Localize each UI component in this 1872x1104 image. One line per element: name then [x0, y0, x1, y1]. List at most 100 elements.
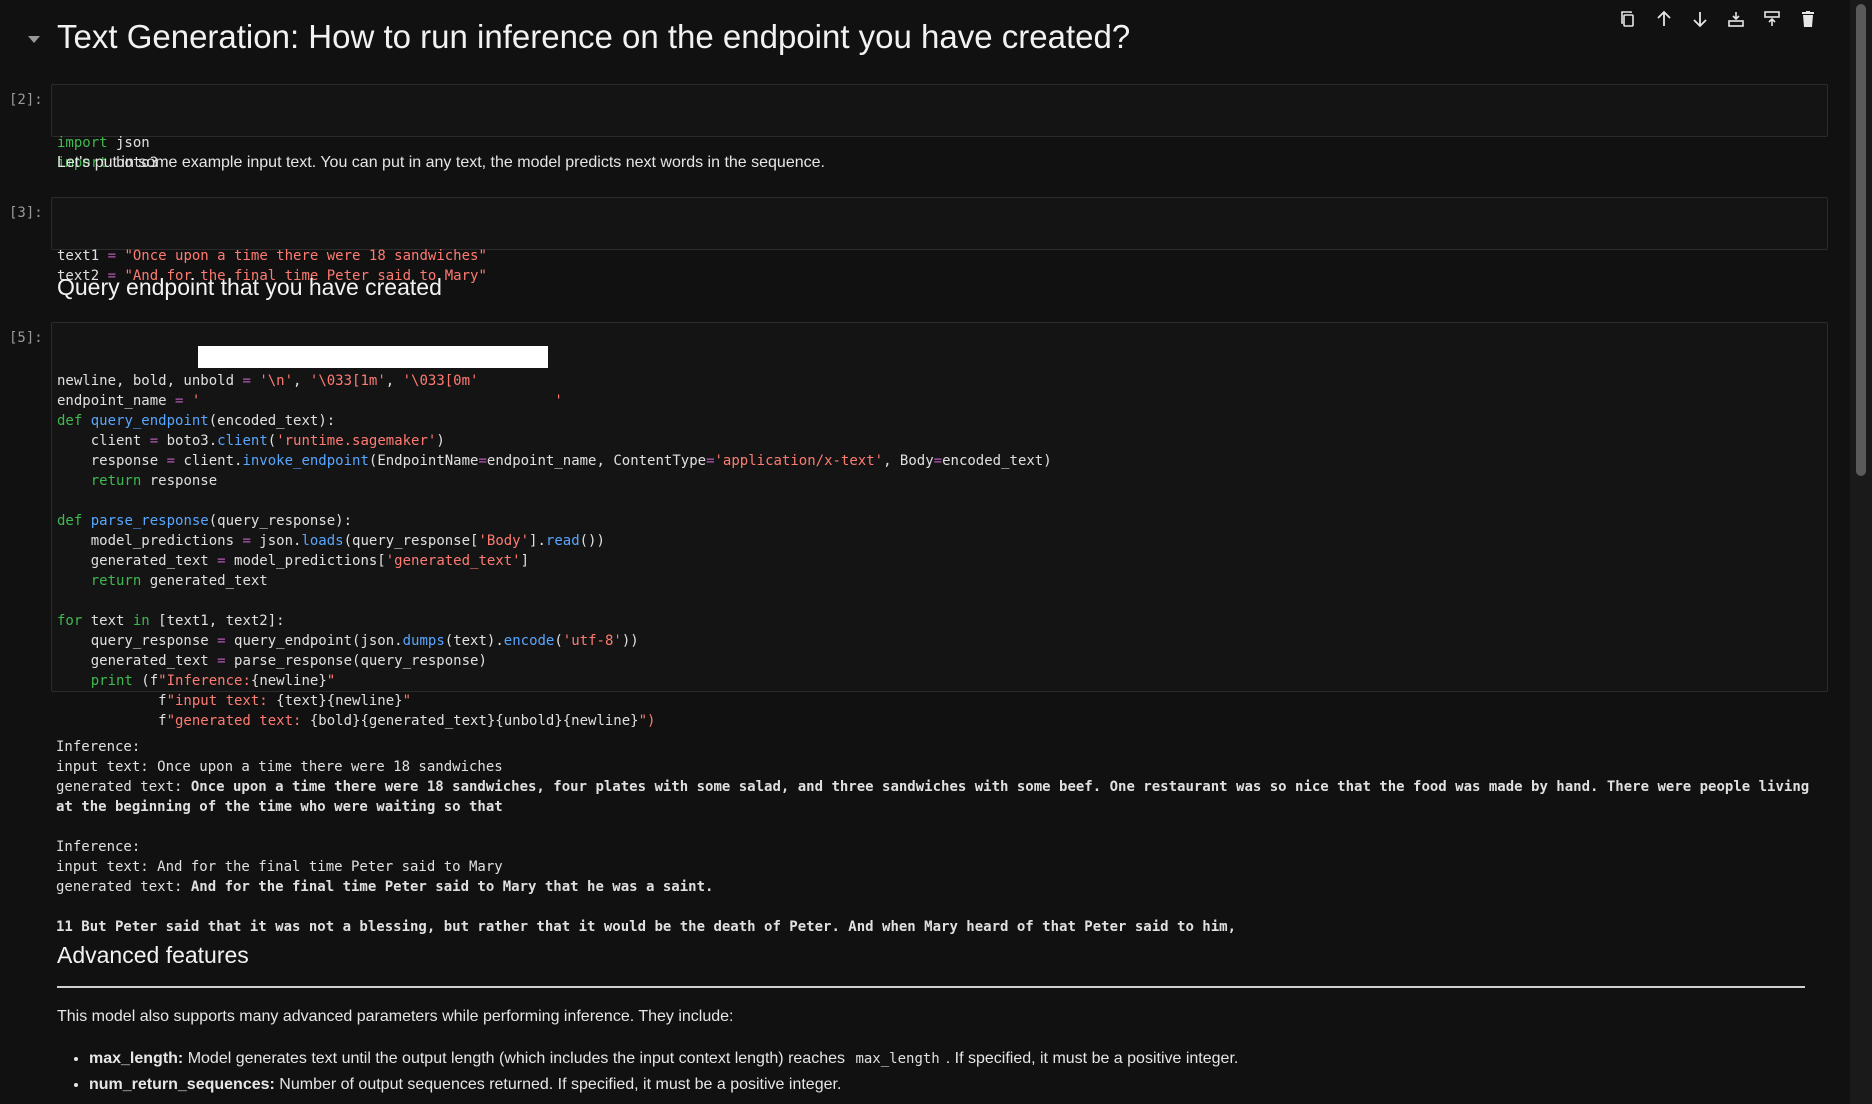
param-text: Model generates text until the output le… — [183, 1050, 850, 1067]
code-token: [text1, text2]: — [149, 613, 285, 629]
code-token: 'runtime.sagemaker' — [276, 433, 437, 449]
code-line: model_predictions = json.loads(query_res… — [57, 531, 1822, 551]
arrow-up-icon[interactable] — [1654, 8, 1674, 30]
trash-icon[interactable] — [1798, 8, 1818, 30]
code-token: boto3. — [158, 433, 218, 449]
cell-prompt: [2]: — [9, 92, 43, 108]
code-line: endpoint_name = ' ' — [57, 391, 1822, 411]
code-token: endpoint_name — [57, 393, 176, 409]
code-cell-inputs[interactable]: text1 = "Once upon a time there were 18 … — [51, 197, 1828, 284]
code-token: And for the final time Peter said to Mar… — [190, 879, 714, 895]
code-line: generated_text = parse_response(query_re… — [57, 651, 1822, 671]
code-token: parse_response — [90, 513, 209, 529]
code-token: = — [242, 373, 251, 389]
code-token: = — [166, 453, 176, 469]
code-token: (text). — [444, 633, 504, 649]
code-token: = — [933, 453, 943, 469]
parameter-list: max_length: Model generates text until t… — [57, 1046, 1238, 1098]
param-text: . If specified, it must be a positive in… — [945, 1050, 1239, 1067]
code-token: Inference: — [56, 739, 141, 755]
code-line: text1 = "Once upon a time there were 18 … — [57, 246, 1822, 266]
copy-icon[interactable] — [1618, 8, 1638, 30]
code-token: '\033[1m' — [309, 373, 386, 389]
code-token: model_predictions[ — [225, 553, 386, 569]
code-token: = — [706, 453, 715, 469]
scrollbar-thumb[interactable] — [1856, 4, 1866, 476]
code-line: Inference: — [56, 737, 1826, 757]
code-token: (encoded_text): — [208, 413, 336, 429]
code-line: newline, bold, unbold = '\n', '\033[1m',… — [57, 371, 1822, 391]
code-token: def — [57, 413, 83, 429]
code-token: 11 But Peter said that it was not a bles… — [56, 919, 1237, 935]
redacted-endpoint-name — [198, 346, 548, 368]
output-body: Inference: input text: Once upon a time t… — [56, 737, 1826, 937]
code-token: response — [141, 473, 218, 489]
code-line: print (f"Inference:{newline}" — [57, 671, 1822, 691]
code-token: loads — [301, 533, 344, 549]
code-token: query_endpoint — [90, 413, 209, 429]
code-token: ( — [554, 633, 563, 649]
inline-code: max_length — [855, 1051, 940, 1067]
code-line: generated text: And for the final time P… — [56, 877, 1826, 897]
code-token: newline, bold, unbold — [57, 373, 243, 389]
code-token: input text: And for the final time Peter… — [56, 859, 503, 875]
code-token: 'Body' — [478, 533, 530, 549]
code-token: for — [57, 613, 83, 629]
code-token: generated_text — [57, 653, 218, 669]
code-token: generated text: — [56, 779, 191, 795]
code-token: print — [90, 673, 133, 689]
insert-below-icon[interactable] — [1762, 8, 1782, 30]
code-line: query_response = query_endpoint(json.dum… — [57, 631, 1822, 651]
code-token: query_response — [57, 633, 218, 649]
code-token: , Body — [883, 453, 934, 469]
code-token: response — [57, 453, 167, 469]
scrollbar[interactable] — [1850, 0, 1872, 1104]
code-token: client — [57, 433, 150, 449]
code-token: client. — [175, 453, 243, 469]
code-token: {newline} — [250, 673, 327, 689]
collapse-heading-icon[interactable] — [28, 36, 40, 43]
code-line: client = boto3.client('runtime.sagemaker… — [57, 431, 1822, 451]
cell-toolbar — [1618, 8, 1818, 30]
code-token: Once upon a time there were 18 sandwiche… — [56, 779, 1818, 815]
code-token: ' — [554, 393, 563, 409]
arrow-down-icon[interactable] — [1690, 8, 1710, 30]
markdown-text: This model also supports many advanced p… — [57, 1008, 734, 1025]
code-line: generated_text = model_predictions['gene… — [57, 551, 1822, 571]
code-token: = — [149, 433, 159, 449]
code-token: = — [107, 248, 117, 264]
code-token: def — [57, 513, 83, 529]
code-line: generated text: Once upon a time there w… — [56, 777, 1826, 817]
code-token: input text: Once upon a time there were … — [56, 759, 503, 775]
code-token: generated_text — [57, 553, 218, 569]
code-token: endpoint_name, ContentType — [486, 453, 707, 469]
code-line: return response — [57, 471, 1822, 491]
code-line: 11 But Peter said that it was not a bles… — [56, 917, 1826, 937]
insert-above-icon[interactable] — [1726, 8, 1746, 30]
code-token: 'application/x-text' — [714, 453, 884, 469]
code-token: '\033[0m' — [402, 373, 479, 389]
code-token: " — [326, 673, 336, 689]
code-token: text1 — [57, 248, 108, 264]
cell-prompt: [5]: — [9, 330, 43, 346]
page-title: Text Generation: How to run inference on… — [57, 18, 1131, 55]
cell-output: Inference: input text: Once upon a time t… — [56, 697, 1826, 977]
code-token: = — [217, 553, 226, 569]
code-cell-imports[interactable]: import json import boto3 — [51, 84, 1828, 171]
list-item: num_return_sequences: Number of output s… — [89, 1072, 1238, 1098]
code-line: input text: Once upon a time there were … — [56, 757, 1826, 777]
code-token: 'utf-8' — [562, 633, 622, 649]
code-token: encoded_text) — [942, 453, 1052, 469]
code-token: "Inference: — [158, 673, 251, 689]
code-token: (query_response): — [208, 513, 353, 529]
code-token: , — [293, 373, 310, 389]
code-cell-query[interactable]: newline, bold, unbold = '\n', '\033[1m',… — [51, 322, 1828, 729]
